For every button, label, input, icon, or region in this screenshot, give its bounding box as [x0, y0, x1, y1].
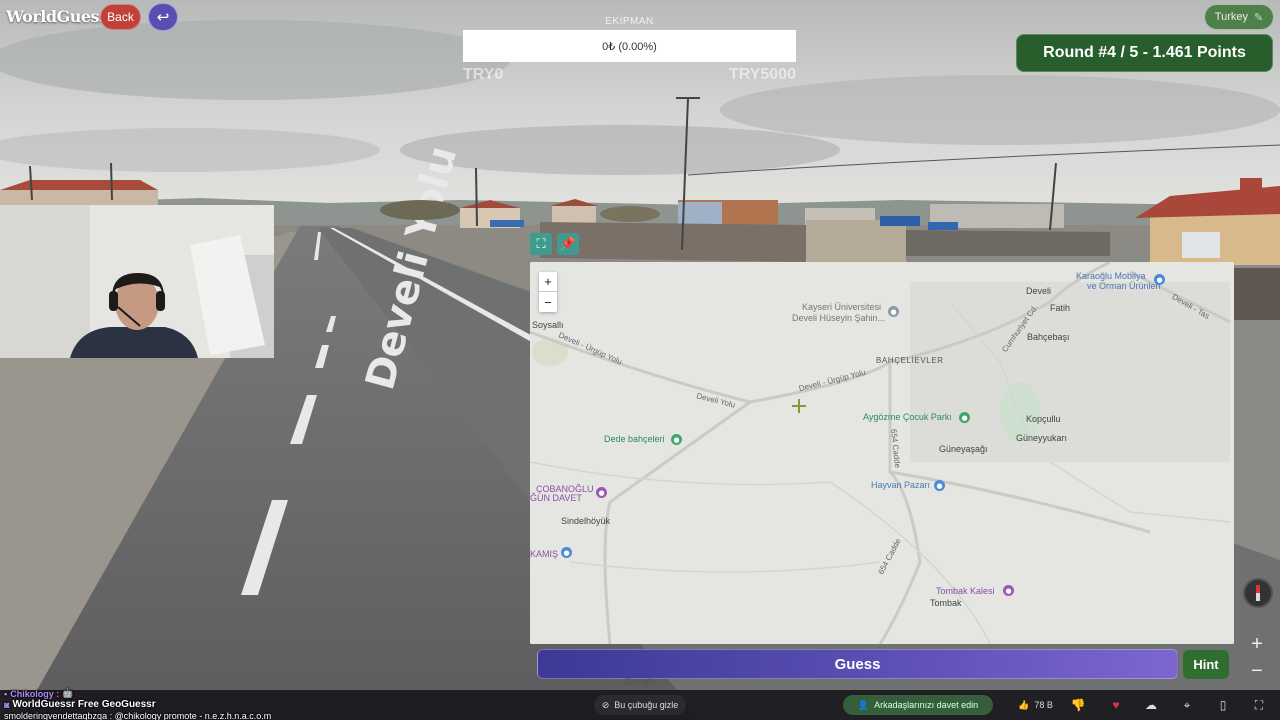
fullscreen-icon: ⛶ [1254, 697, 1264, 712]
map-crosshair-marker [792, 399, 806, 413]
thumbs-down-icon: 👎 [1070, 698, 1086, 712]
venue-pin-icon[interactable]: ● [596, 487, 607, 498]
undo-arrow-icon: ↩ [156, 8, 170, 26]
target-button[interactable]: ⌖ [1177, 695, 1197, 715]
equipment-progress-bar: 0₺ (0.00%) [463, 30, 796, 62]
guess-button[interactable]: Guess [537, 649, 1178, 679]
map-label-karaoglu-2: ve Orman Ürünleri [1087, 281, 1161, 291]
map-label-kayseri-uni-2: Develi Hüseyin Şahin... [792, 313, 886, 323]
map-label-develi: Develi [1026, 286, 1052, 296]
hide-bar-label: Bu çubuğu gizle [614, 700, 679, 710]
map-label-aygozme: Aygözme Çocuk Parkı [863, 412, 952, 422]
map-label-bahcebasi: Bahçebaşı [1027, 332, 1070, 342]
country-selector[interactable]: Turkey ✎ [1204, 4, 1274, 30]
fullscreen-button[interactable]: ⛶ [1249, 695, 1269, 715]
chat-message: ▪ Chikology : 🤖 [4, 688, 424, 699]
channel-icon: ◙ [4, 699, 10, 710]
heart-icon: ♥ [1112, 698, 1120, 712]
market-pin-icon[interactable]: ● [934, 480, 945, 491]
chat-username: Chikology : [10, 688, 60, 699]
round-score-banner: Round #4 / 5 - 1.461 Points [1016, 34, 1273, 72]
map-label-soysalli: Soysallı [532, 320, 564, 330]
equipment-progress-text: 0₺ (0.00%) [602, 40, 657, 53]
guess-map[interactable]: + − Soysallı Kayseri Üniversitesi Develi… [530, 262, 1234, 644]
google-attribution: Google [624, 677, 657, 688]
return-button[interactable]: ↩ [148, 3, 178, 31]
chat-message: smolderingvendettaqbzqa : @chikology pro… [4, 710, 424, 720]
street-zoom-out-button[interactable]: − [1246, 660, 1268, 682]
expand-icon: ⛶ [536, 236, 546, 252]
street-zoom-in-button[interactable]: + [1246, 633, 1268, 655]
shop-pin-icon[interactable]: ● [1154, 274, 1165, 285]
dislike-button[interactable]: 👎 [1068, 695, 1088, 715]
chat-text: smolderingvendettaqbzqa : @chikology pro… [4, 710, 272, 720]
like-count: 78 B [1034, 700, 1053, 710]
map-label-fatih: Fatih [1050, 303, 1071, 313]
university-pin-icon[interactable]: ● [888, 306, 899, 317]
equipment-min-label: TRY0 [463, 66, 504, 83]
eye-off-icon: ⊘ [601, 699, 610, 710]
park-pin-icon[interactable]: ● [959, 412, 970, 423]
hint-button[interactable]: Hint [1183, 650, 1229, 679]
hide-bar-button[interactable]: ⊘ Bu çubuğu gizle [594, 695, 686, 715]
like-button[interactable]: 👍 78 B [1013, 695, 1058, 715]
map-label-hayvan: Hayvan Pazarı [871, 480, 931, 490]
compass-icon[interactable] [1243, 578, 1273, 608]
mobile-button[interactable]: ▯ [1213, 695, 1233, 715]
map-label-guneyasagi: Güneyaşağı [939, 444, 988, 454]
kamis-pin-icon[interactable]: ● [561, 547, 572, 558]
cloud-icon: ☁ [1145, 698, 1157, 712]
map-label-cobanoglu-2: ĞUN DAVET [530, 493, 582, 503]
castle-pin-icon[interactable]: ● [1003, 585, 1014, 596]
pin-map-button[interactable]: 📌 [557, 233, 579, 255]
map-label-kamis: KAMIŞ [530, 549, 559, 559]
pencil-icon: ✎ [1254, 11, 1264, 24]
fullscreen-map-button[interactable]: ⛶ [530, 233, 552, 255]
chat-text: 🤖 [62, 688, 74, 698]
invite-friends-button[interactable]: 👤 Arkadaşlarınızı davet edin [843, 695, 993, 715]
map-label-tombak: Tombak [930, 598, 962, 608]
map-label-tombak-kalesi: Tombak Kalesi [936, 586, 995, 596]
equipment-title: EKİPMAN [605, 16, 654, 27]
thumbs-up-icon: 👍 [1018, 699, 1030, 710]
pin-icon: 📌 [559, 236, 577, 252]
invite-label: Arkadaşlarınızı davet edin [874, 700, 979, 710]
crosshair-icon: ⌖ [1183, 697, 1191, 712]
map-zoom-out-button[interactable]: − [539, 292, 557, 312]
map-label-sindelhoyuk: Sindelhöyük [561, 516, 611, 526]
map-label-kayseri-uni: Kayseri Üniversitesi [802, 302, 882, 312]
chat-overlay: ▪ Chikology : 🤖 ◙ WorldGuessr Free GeoGu… [4, 688, 424, 720]
map-label-kopcullu: Kopçullu [1026, 414, 1061, 424]
user-badge-icon: ▪ [4, 688, 8, 699]
back-button[interactable]: Back [100, 4, 141, 30]
favorite-button[interactable]: ♥ [1106, 695, 1126, 715]
chat-message: ◙ WorldGuessr Free GeoGuessr [4, 699, 424, 710]
webcam-overlay [0, 205, 274, 358]
map-zoom-in-button[interactable]: + [539, 272, 557, 292]
download-button[interactable]: ☁ [1141, 695, 1161, 715]
garden-pin-icon[interactable]: ● [671, 434, 682, 445]
phone-icon: ▯ [1219, 698, 1227, 712]
map-label-karaoglu: Karaoğlu Mobilya [1076, 271, 1146, 281]
map-label-bahcelievler: BAHÇELİEVLER [876, 356, 944, 365]
equipment-max-label: TRY5000 [729, 66, 796, 83]
country-label: Turkey [1214, 11, 1248, 23]
user-plus-icon: 👤 [857, 699, 870, 710]
chat-text: WorldGuessr Free GeoGuessr [12, 699, 156, 710]
map-label-guneyyukari: Güneyyukarı [1016, 433, 1068, 443]
map-label-dede: Dede bahçeleri [604, 434, 665, 444]
map-zoom-control: + − [539, 272, 557, 312]
